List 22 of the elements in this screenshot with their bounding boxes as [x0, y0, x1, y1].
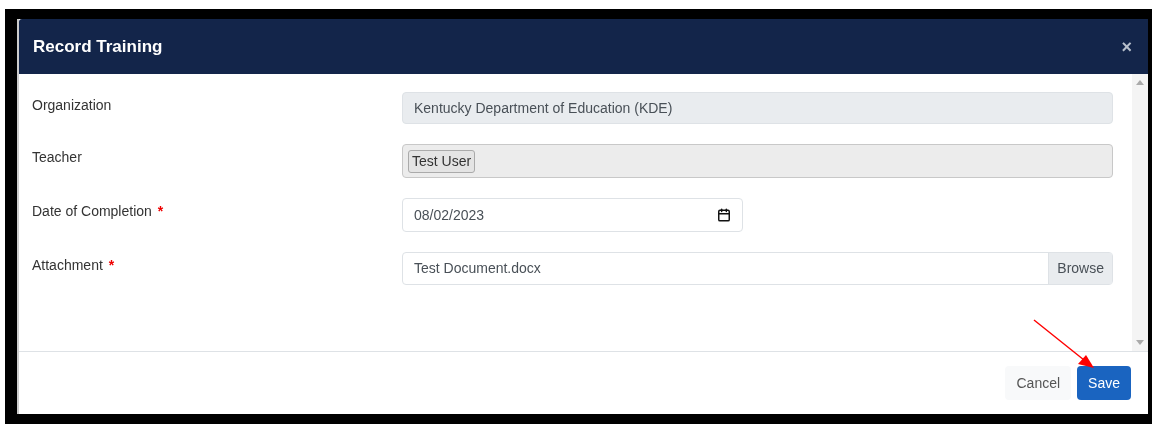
close-button[interactable]: × — [1121, 37, 1132, 56]
cancel-button[interactable]: Cancel — [1005, 366, 1072, 400]
field-label: Attachment — [32, 256, 103, 275]
dialog-title: Record Training — [33, 35, 163, 58]
arrow-annotation — [1032, 318, 1096, 370]
organization-field[interactable]: Kentucky Department of Education (KDE) — [402, 92, 1113, 124]
scroll-down-icon[interactable] — [1136, 340, 1144, 345]
field-label: Teacher — [32, 148, 82, 167]
browse-button[interactable]: Browse — [1048, 253, 1112, 284]
scrollbar[interactable] — [1132, 74, 1148, 351]
required-mark: * — [108, 256, 115, 275]
required-mark: * — [157, 202, 164, 221]
file-name-text: Test Document.docx — [413, 259, 542, 278]
save-button[interactable]: Save — [1077, 366, 1131, 400]
scroll-up-icon[interactable] — [1136, 80, 1144, 85]
user-tag: Test User — [408, 149, 476, 173]
file-field[interactable]: Test Document.docx Browse — [402, 252, 1113, 285]
field-label: Organization — [32, 96, 112, 115]
teacher-field[interactable]: Test User — [402, 144, 1113, 178]
calendar-icon[interactable] — [717, 208, 731, 222]
field-label: Date of Completion — [32, 202, 152, 221]
date-field[interactable]: 08/02/2023 — [402, 198, 743, 232]
